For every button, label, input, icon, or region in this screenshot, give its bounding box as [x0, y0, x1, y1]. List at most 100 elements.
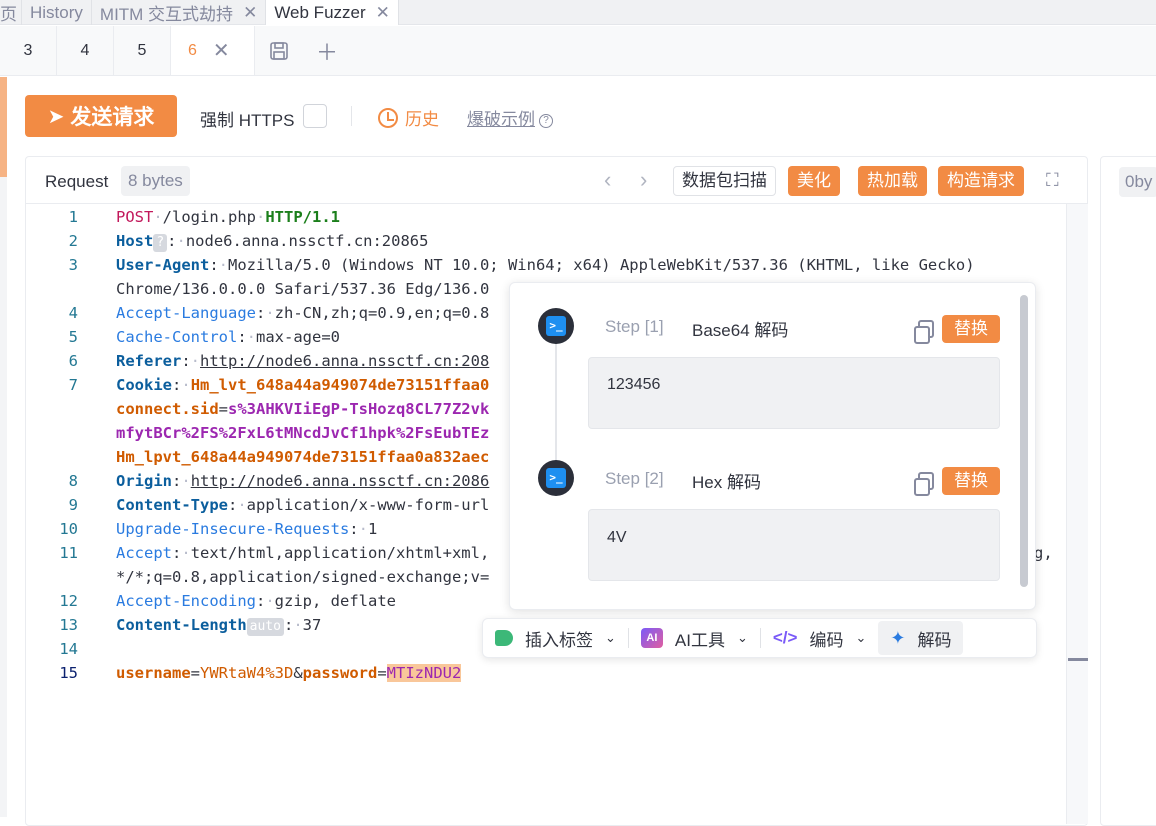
sub-tab-label: 3 [24, 42, 33, 60]
header-value: http://node6.anna.nssctf.cn:208 [200, 352, 489, 370]
header-value: 37 [303, 616, 322, 634]
step-label: Step [1] [605, 317, 664, 337]
ai-icon: AI [641, 628, 663, 648]
code-line: Accept:·text/html,application/xhtml+xml, [116, 544, 489, 562]
left-accent-strip [0, 77, 7, 177]
left-strip [0, 177, 7, 817]
header-value: g, [1034, 544, 1053, 562]
header-value: gzip, deflate [275, 592, 396, 610]
code-line: username=YWRtaW4%3D&password=MTIzNDU2 [116, 664, 461, 682]
sub-tab-3[interactable]: 3 [0, 26, 57, 75]
sub-tab-5[interactable]: 5 [114, 26, 171, 75]
code-line: Hm_lpvt_648a44a949074de73151ffaa0a832aec [116, 448, 489, 466]
request-path: /login.php [163, 208, 256, 226]
param-value: YWRtaW4%3D [200, 664, 293, 682]
code-line-tail: g, [1034, 544, 1053, 562]
top-tab-bar: 页 History MITM 交互式劫持 ✕ Web Fuzzer ✕ [0, 0, 1156, 25]
menu-label: AI工具 [675, 626, 725, 651]
auto-tag[interactable]: auto [247, 618, 284, 636]
selected-param-value: MTIzNDU2 [387, 664, 462, 682]
line-number: 7 [56, 376, 78, 394]
history-button[interactable]: 历史 [378, 105, 439, 130]
decode-menu[interactable]: ✦ 解码 [878, 621, 963, 655]
sub-tab-6[interactable]: 6 ✕ [171, 26, 255, 75]
clock-icon [378, 108, 398, 128]
cookie-value: Hm_lpvt_648a44a949074de73151ffaa0a832aec [116, 448, 489, 466]
param-key: password [303, 664, 378, 682]
sub-tab-4[interactable]: 4 [57, 26, 114, 75]
replace-button[interactable]: 替换 [942, 315, 1000, 343]
encode-menu[interactable]: </> 编码 ⌄ [761, 621, 879, 655]
chevron-left-icon[interactable]: ‹ [604, 167, 611, 193]
code-line: Cookie:·Hm_lvt_648a44a949074de73151ffaa0 [116, 376, 489, 394]
example-link[interactable]: 爆破示例? [467, 105, 553, 130]
tag-icon [495, 630, 513, 646]
tab-web-fuzzer[interactable]: Web Fuzzer ✕ [266, 0, 399, 25]
send-request-button[interactable]: ➤ 发送请求 [25, 95, 177, 137]
scroll-marker [1068, 658, 1088, 661]
tab-label: Web Fuzzer [274, 3, 365, 23]
line-number: 1 [56, 208, 78, 226]
request-panel-header: Request 8 bytes ‹ › 数据包扫描 美化 热加载 构造请求 ⛶ [26, 157, 1087, 204]
header-value: Mozilla/5.0 (Windows NT 10.0; Win64; x64… [228, 256, 975, 274]
close-icon[interactable]: ✕ [213, 38, 230, 63]
header-value: max-age=0 [256, 328, 340, 346]
step-name: Hex 解码 [692, 468, 761, 493]
header-key: Upgrade-Insecure-Requests [116, 520, 349, 538]
build-request-button[interactable]: 构造请求 [938, 166, 1024, 196]
response-size-badge: 0by [1119, 167, 1156, 197]
header-key: Origin [116, 472, 172, 490]
header-value: text/html,application/xhtml+xml, [191, 544, 490, 562]
hot-reload-button[interactable]: 热加载 [858, 166, 927, 196]
line-number: 6 [56, 352, 78, 370]
menu-label: 编码 [809, 626, 843, 651]
step-name: Base64 解码 [692, 316, 788, 341]
host-tag[interactable]: ? [153, 234, 167, 252]
code-line: Referer:·http://node6.anna.nssctf.cn:208 [116, 352, 489, 370]
tab-history[interactable]: History [22, 0, 92, 25]
packet-scan-button[interactable]: 数据包扫描 [673, 166, 776, 196]
header-value: */*;q=0.8,application/signed-exchange;v= [116, 568, 489, 586]
replace-button[interactable]: 替换 [942, 467, 1000, 495]
code-line: Host?:·node6.anna.nssctf.cn:20865 [116, 232, 428, 252]
code-line: connect.sid=s%3AHKVIiEgP-TsHozq8CL77Z2vk [116, 400, 489, 418]
code-line: POST·/login.php·HTTP/1.1 [116, 208, 340, 226]
header-key: Referer [116, 352, 181, 370]
beautify-button[interactable]: 美化 [788, 166, 840, 196]
copy-icon[interactable] [918, 320, 934, 338]
close-icon[interactable]: ✕ [376, 3, 390, 23]
header-key: Content-Type [116, 496, 228, 514]
code-line: */*;q=0.8,application/signed-exchange;v= [116, 568, 489, 586]
header-key: Content-Length [116, 616, 247, 634]
ai-tools-menu[interactable]: AI AI工具 ⌄ [629, 621, 760, 655]
tab-home[interactable]: 页 [0, 0, 22, 25]
popup-scrollbar[interactable] [1020, 295, 1028, 587]
line-number: 8 [56, 472, 78, 490]
code-line: Accept-Encoding:·gzip, deflate [116, 592, 396, 610]
line-number: 2 [56, 232, 78, 250]
sub-tab-label: 4 [81, 42, 90, 60]
header-value: zh-CN,zh;q=0.9,en;q=0.8 [275, 304, 490, 322]
param-key: username [116, 664, 191, 682]
code-line: Chrome/136.0.0.0 Safari/537.36 Edg/136.0 [116, 280, 489, 298]
save-icon[interactable] [255, 26, 303, 75]
insert-tag-menu[interactable]: 插入标签 ⌄ [483, 621, 628, 655]
copy-icon[interactable] [918, 472, 934, 490]
close-icon[interactable]: ✕ [243, 3, 257, 23]
size-badge: 8 bytes [121, 166, 190, 196]
header-value: 1 [368, 520, 377, 538]
fullscreen-icon[interactable]: ⛶ [1046, 170, 1059, 191]
request-title: Request [45, 172, 108, 192]
editor-scrollbar[interactable] [1066, 204, 1088, 824]
tab-mitm[interactable]: MITM 交互式劫持 ✕ [92, 0, 266, 25]
add-tab-icon[interactable]: ＋ [303, 26, 351, 75]
response-panel: 0by [1100, 156, 1156, 826]
force-https-checkbox[interactable] [303, 104, 327, 128]
step-connector [555, 343, 557, 463]
chevron-right-icon[interactable]: › [640, 167, 647, 193]
header-key: Host [116, 232, 153, 250]
force-https-label: 强制 HTTPS [200, 106, 294, 131]
sparkle-icon: ✦ [890, 628, 905, 649]
send-icon: ➤ [48, 104, 65, 129]
code-line: User-Agent:·Mozilla/5.0 (Windows NT 10.0… [116, 256, 975, 274]
